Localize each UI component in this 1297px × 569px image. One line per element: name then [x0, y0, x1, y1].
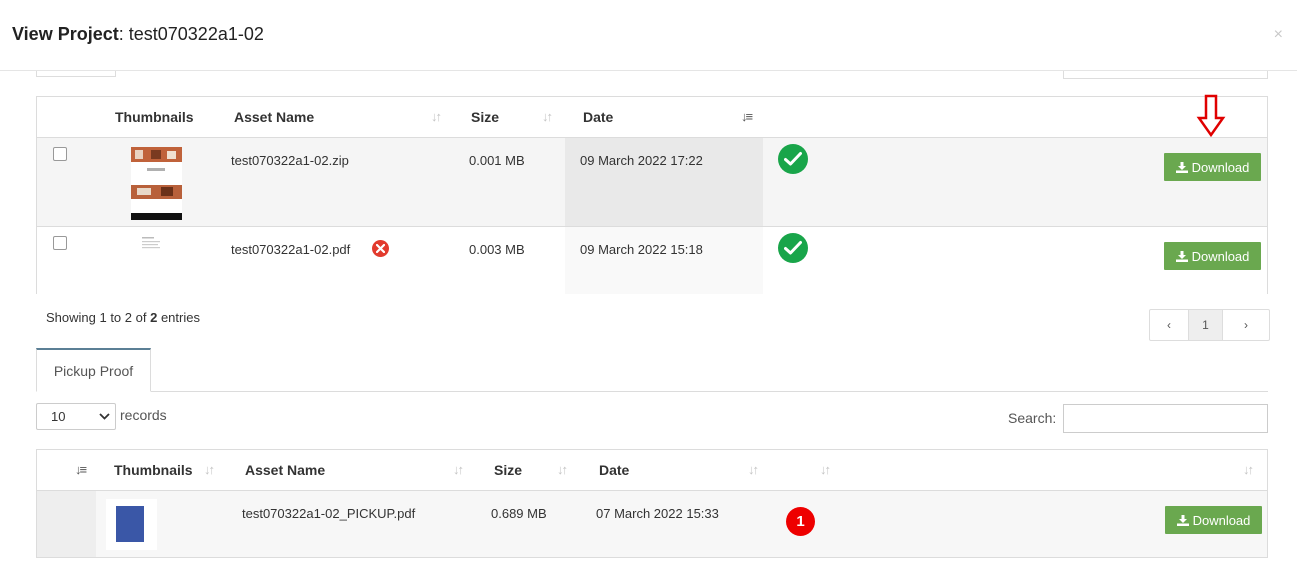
asset-date: 09 March 2022 15:18 [580, 242, 703, 257]
download-button[interactable]: Download [1165, 506, 1262, 534]
sort-icon[interactable]: ↓↑ [453, 462, 464, 477]
thumbnail-image[interactable] [142, 236, 162, 252]
error-circle-icon[interactable] [372, 240, 389, 257]
prev-page-button[interactable]: ‹ [1150, 310, 1189, 340]
pagination: ‹ 1 › [1149, 309, 1270, 341]
sort-desc-icon[interactable]: ↓≡ [741, 109, 753, 124]
asset-name[interactable]: test070322a1-02.zip [231, 153, 349, 168]
asset-date: 07 March 2022 15:33 [596, 506, 719, 521]
col-header-size[interactable]: Size [471, 109, 499, 125]
tab-pickup-proof[interactable]: Pickup Proof [36, 348, 151, 392]
download-button[interactable]: Download [1164, 242, 1261, 270]
table-row: test070322a1-02.zip 0.001 MB 09 March 20… [37, 138, 1267, 227]
asset-size: 0.003 MB [469, 242, 525, 257]
tab-divider [36, 391, 1268, 392]
col-header-thumbnails[interactable]: Thumbnails [114, 462, 193, 478]
modal-title-project: test070322a1-02 [128, 24, 264, 44]
pickup-table-header: ↓≡ Thumbnails ↓↑ Asset Name ↓↑ Size ↓↑ D… [37, 450, 1267, 491]
asset-date: 09 March 2022 17:22 [580, 153, 703, 168]
next-page-button[interactable]: › [1223, 310, 1269, 340]
table-info: Showing 1 to 2 of 2 entries [46, 310, 200, 325]
asset-name[interactable]: test070322a1-02_PICKUP.pdf [242, 506, 415, 521]
col-header-date[interactable]: Date [599, 462, 629, 478]
modal-title: View Project: test070322a1-02 [12, 24, 264, 45]
assets-table: Thumbnails Asset Name ↓↑ Size ↓↑ Date ↓≡… [36, 96, 1268, 294]
col-header-size[interactable]: Size [494, 462, 522, 478]
table-row: test070322a1-02_PICKUP.pdf 0.689 MB 07 M… [37, 491, 1267, 557]
download-label: Download [1192, 512, 1251, 528]
page-1-button[interactable]: 1 [1189, 310, 1223, 340]
asset-name[interactable]: test070322a1-02.pdf [231, 242, 350, 257]
thumbnail-image[interactable] [131, 147, 182, 220]
download-icon [1175, 161, 1188, 173]
col-header-asset-name[interactable]: Asset Name [234, 109, 314, 125]
close-button[interactable]: × [1274, 26, 1283, 44]
col-header-thumbnails: Thumbnails [115, 109, 194, 125]
check-circle-icon [778, 144, 808, 174]
row-checkbox[interactable] [53, 147, 67, 161]
download-icon [1175, 250, 1188, 262]
date-cell: 09 March 2022 17:22 [565, 138, 763, 226]
showing-prefix: Showing 1 to 2 of [46, 310, 147, 325]
sort-icon[interactable]: ↓↑ [1243, 462, 1254, 477]
modal-header: View Project: test070322a1-02 × [0, 0, 1297, 71]
records-label: records [120, 407, 167, 423]
download-label: Download [1191, 248, 1250, 264]
download-icon [1176, 514, 1189, 526]
modal-title-label: View Project [12, 24, 119, 44]
download-button[interactable]: Download [1164, 153, 1261, 181]
sort-icon[interactable]: ↓↑ [542, 109, 553, 124]
sort-icon[interactable]: ↓↑ [748, 462, 759, 477]
pickup-table: ↓≡ Thumbnails ↓↑ Asset Name ↓↑ Size ↓↑ D… [36, 449, 1268, 558]
download-label: Download [1191, 159, 1250, 175]
assets-table-header: Thumbnails Asset Name ↓↑ Size ↓↑ Date ↓≡ [37, 97, 1267, 138]
showing-suffix: entries [160, 310, 200, 325]
col-header-date[interactable]: Date [583, 109, 613, 125]
records-select-value: 10 [51, 409, 66, 424]
sort-icon[interactable]: ↓↑ [204, 462, 215, 477]
date-cell: 09 March 2022 15:18 [565, 227, 763, 294]
asset-size: 0.001 MB [469, 153, 525, 168]
asset-size: 0.689 MB [491, 506, 547, 521]
sort-icon[interactable]: ↓↑ [820, 462, 831, 477]
annotation-arrow-icon [1196, 94, 1226, 138]
check-circle-icon [778, 233, 808, 263]
sort-icon[interactable]: ↓↑ [557, 462, 568, 477]
modal-title-separator: : [118, 24, 124, 44]
table-row: test070322a1-02.pdf 0.003 MB 09 March 20… [37, 227, 1267, 294]
showing-total: 2 [150, 310, 158, 325]
row-checkbox[interactable] [53, 236, 67, 250]
search-label: Search: [1008, 410, 1057, 426]
chevron-down-icon [99, 413, 110, 420]
count-badge: 1 [786, 507, 815, 536]
records-select[interactable]: 10 [36, 403, 116, 430]
sort-icon[interactable]: ↓↑ [431, 109, 442, 124]
thumbnail-image[interactable] [106, 499, 157, 550]
col-header-asset-name[interactable]: Asset Name [245, 462, 325, 478]
sort-desc-icon[interactable]: ↓≡ [75, 462, 87, 477]
search-input[interactable] [1063, 404, 1268, 433]
sort-cell [37, 491, 96, 557]
